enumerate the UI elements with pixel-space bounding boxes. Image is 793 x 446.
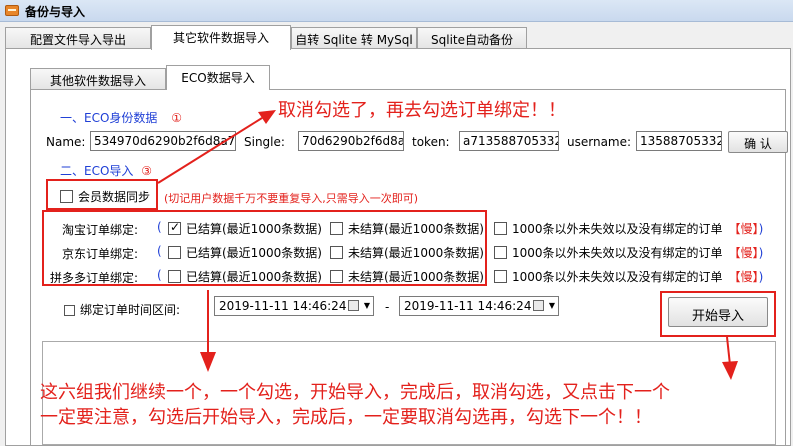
tab-other-software-data[interactable]: 其他软件数据导入 xyxy=(30,68,166,90)
jd-other-box[interactable] xyxy=(494,246,507,259)
confirm-button[interactable]: 确 认 xyxy=(728,131,788,153)
app-icon xyxy=(5,5,19,16)
username-label: username: xyxy=(567,135,632,149)
pdd-settled-checkbox[interactable]: 已结算(最近1000条数据) xyxy=(168,268,322,285)
pdd-unsettled-box[interactable] xyxy=(330,270,343,283)
paren-open: ( xyxy=(157,268,162,282)
title-bar: 备份与导入 xyxy=(0,0,793,22)
calendar-icon xyxy=(348,300,359,311)
jd-unsettled-box[interactable] xyxy=(330,246,343,259)
taobao-binding-label: 淘宝订单绑定: xyxy=(62,223,139,237)
name-label: Name: xyxy=(46,135,86,149)
pdd-unsettled-label: 未结算(最近1000条数据) xyxy=(348,270,484,284)
taobao-settled-checkbox[interactable]: 已结算(最近1000条数据) xyxy=(168,220,322,237)
member-sync-note: (切记用户数据千万不要重复导入,只需导入一次即可) xyxy=(164,192,419,205)
taobao-slow-tag: 【慢】 xyxy=(728,222,759,236)
jd-settled-checkbox[interactable]: 已结算(最近1000条数据) xyxy=(168,244,322,261)
paren-close: ) xyxy=(758,270,764,284)
pdd-unsettled-checkbox[interactable]: 未结算(最近1000条数据) xyxy=(330,268,484,285)
tab-sqlite-to-mysql[interactable]: 自转 Sqlite 转 MySql xyxy=(291,27,417,49)
section1-title: 一、ECO身份数据 ① xyxy=(60,111,183,125)
taobao-settled-label: 已结算(最近1000条数据) xyxy=(186,222,322,236)
time-range-label: 绑定订单时间区间: xyxy=(80,303,181,317)
single-field[interactable]: 70d6290b2f6d8a7 xyxy=(298,131,404,151)
pdd-other-label: 1000条以外未失效以及没有绑定的订单 xyxy=(512,270,723,284)
pdd-settled-box[interactable] xyxy=(168,270,181,283)
member-sync-checkbox[interactable]: 会员数据同步 xyxy=(60,188,150,205)
calendar-icon xyxy=(533,300,544,311)
section2-marker: ③ xyxy=(141,164,153,178)
time-range-box[interactable] xyxy=(64,305,75,316)
jd-slow-tag: 【慢】 xyxy=(728,246,759,260)
pdd-slow-tag: 【慢】 xyxy=(728,270,759,284)
time-range-checkbox[interactable]: 绑定订单时间区间: xyxy=(64,301,180,318)
annotation-top: 取消勾选了，再去勾选订单绑定！！ xyxy=(278,100,566,121)
end-datetime-picker[interactable]: 2019-11-11 14:46:24 ▼ xyxy=(399,296,559,316)
chevron-down-icon: ▼ xyxy=(548,301,555,310)
username-field[interactable]: 13588705332 xyxy=(636,131,722,151)
tab-sqlite-auto-backup[interactable]: Sqlite自动备份 xyxy=(417,27,527,49)
pdd-settled-label: 已结算(最近1000条数据) xyxy=(186,270,322,284)
taobao-unsettled-label: 未结算(最近1000条数据) xyxy=(348,222,484,236)
pdd-other-checkbox[interactable]: 1000条以外未失效以及没有绑定的订单 【慢】) xyxy=(494,268,763,285)
window: 备份与导入 配置文件导入导出 其它软件数据导入 自转 Sqlite 转 MySq… xyxy=(0,0,793,446)
pdd-other-box[interactable] xyxy=(494,270,507,283)
tab-config-import-export[interactable]: 配置文件导入导出 xyxy=(5,27,151,49)
member-sync-checkbox-box[interactable] xyxy=(60,190,73,203)
jd-unsettled-label: 未结算(最近1000条数据) xyxy=(348,246,484,260)
jd-unsettled-checkbox[interactable]: 未结算(最近1000条数据) xyxy=(330,244,484,261)
section2-title: 二、ECO导入 ③ xyxy=(60,164,153,178)
jd-other-label: 1000条以外未失效以及没有绑定的订单 xyxy=(512,246,723,260)
taobao-other-box[interactable] xyxy=(494,222,507,235)
taobao-unsettled-checkbox[interactable]: 未结算(最近1000条数据) xyxy=(330,220,484,237)
end-datetime-value: 2019-11-11 14:46:24 xyxy=(404,299,532,313)
paren-close: ) xyxy=(758,246,764,260)
jd-settled-label: 已结算(最近1000条数据) xyxy=(186,246,322,260)
jd-settled-box[interactable] xyxy=(168,246,181,259)
paren-close: ) xyxy=(758,222,764,236)
single-label: Single: xyxy=(244,135,285,149)
paren-open: ( xyxy=(157,244,162,258)
annotation-bottom-line1: 这六组我们继续一个，一个勾选，开始导入，完成后，取消勾选，又点击下一个 xyxy=(40,382,670,403)
jd-other-checkbox[interactable]: 1000条以外未失效以及没有绑定的订单 【慢】) xyxy=(494,244,763,261)
name-field[interactable]: 534970d6290b2f6d8a7 xyxy=(90,131,236,151)
taobao-other-checkbox[interactable]: 1000条以外未失效以及没有绑定的订单 【慢】) xyxy=(494,220,763,237)
jd-binding-label: 京东订单绑定: xyxy=(62,247,139,261)
taobao-settled-box[interactable] xyxy=(168,220,181,235)
start-import-button[interactable]: 开始导入 xyxy=(668,297,768,327)
paren-open: ( xyxy=(157,220,162,234)
pdd-binding-label: 拼多多订单绑定: xyxy=(50,271,139,285)
annotation-bottom-line2: 一定要注意，勾选后开始导入，完成后，一定要取消勾选再，勾选下一个！！ xyxy=(40,407,652,428)
member-sync-label: 会员数据同步 xyxy=(78,190,151,204)
section1-marker: ① xyxy=(171,111,183,125)
token-label: token: xyxy=(412,135,450,149)
taobao-unsettled-box[interactable] xyxy=(330,222,343,235)
start-datetime-picker[interactable]: 2019-11-11 14:46:24 ▼ xyxy=(214,296,374,316)
tab-other-software-import[interactable]: 其它软件数据导入 xyxy=(151,25,291,50)
start-datetime-value: 2019-11-11 14:46:24 xyxy=(219,299,347,313)
token-field[interactable]: a713588705332 xyxy=(459,131,559,151)
tab-eco-import[interactable]: ECO数据导入 xyxy=(166,65,270,90)
taobao-other-label: 1000条以外未失效以及没有绑定的订单 xyxy=(512,222,723,236)
time-range-dash: - xyxy=(385,300,390,314)
chevron-down-icon: ▼ xyxy=(363,301,370,310)
window-title: 备份与导入 xyxy=(25,5,86,19)
